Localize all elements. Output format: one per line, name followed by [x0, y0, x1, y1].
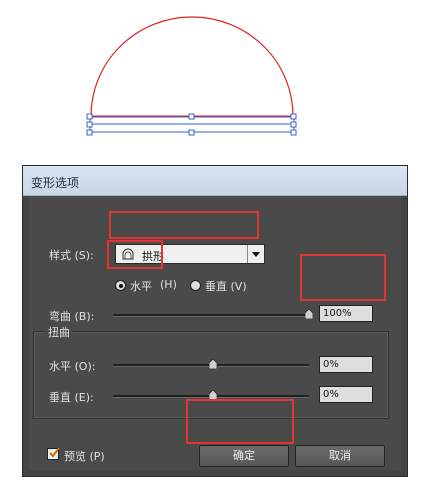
distort-vertical-label: 垂直 (E): — [49, 391, 94, 404]
cancel-button[interactable]: 取消 — [295, 445, 385, 467]
distort-horizontal-field[interactable]: 0% — [319, 356, 373, 373]
horizontal-label: 水平 — [130, 280, 152, 293]
bend-slider-track[interactable] — [113, 314, 309, 317]
dialog-body: 样式 (S): 拱形 水平 (H) 垂直 (V) 弯曲 (B): 100% 扭曲… — [29, 196, 401, 470]
bend-value-field[interactable]: 100% — [319, 305, 373, 322]
style-dropdown[interactable]: 拱形 — [115, 244, 265, 264]
vertical-radio[interactable] — [190, 280, 201, 291]
arc-shape — [90, 16, 294, 117]
distort-horizontal-label: 水平 (O): — [49, 360, 96, 373]
style-label: 样式 (S): — [49, 249, 94, 262]
dialog-title: 变形选项 — [31, 176, 80, 190]
warp-options-dialog: 变形选项 样式 (S): 拱形 水平 (H) 垂直 (V) 弯曲 (B): 10… — [22, 165, 408, 477]
vertical-label: 垂直 (V) — [205, 280, 247, 293]
artboard-canvas — [86, 16, 297, 136]
horizontal-hotkey: (H) — [160, 278, 177, 291]
horizontal-radio[interactable] — [115, 280, 126, 291]
distort-vertical-field[interactable]: 0% — [319, 386, 373, 403]
style-value: 拱形 — [142, 250, 164, 263]
distort-horizontal-thumb[interactable] — [209, 359, 217, 369]
distortion-group-title: 扭曲 — [45, 324, 73, 340]
arch-icon — [122, 248, 134, 260]
check-icon — [49, 447, 60, 458]
bend-label: 弯曲 (B): — [49, 310, 95, 323]
dropdown-arrow-button[interactable] — [247, 245, 264, 263]
dialog-titlebar[interactable]: 变形选项 — [23, 166, 407, 196]
preview-checkbox[interactable] — [47, 447, 60, 460]
bend-slider-thumb[interactable] — [305, 309, 313, 319]
distortion-group — [33, 331, 389, 419]
chevron-down-icon — [252, 252, 260, 257]
distort-vertical-thumb[interactable] — [209, 390, 217, 400]
ok-button[interactable]: 确定 — [199, 445, 289, 467]
preview-label: 预览 (P) — [64, 450, 105, 463]
